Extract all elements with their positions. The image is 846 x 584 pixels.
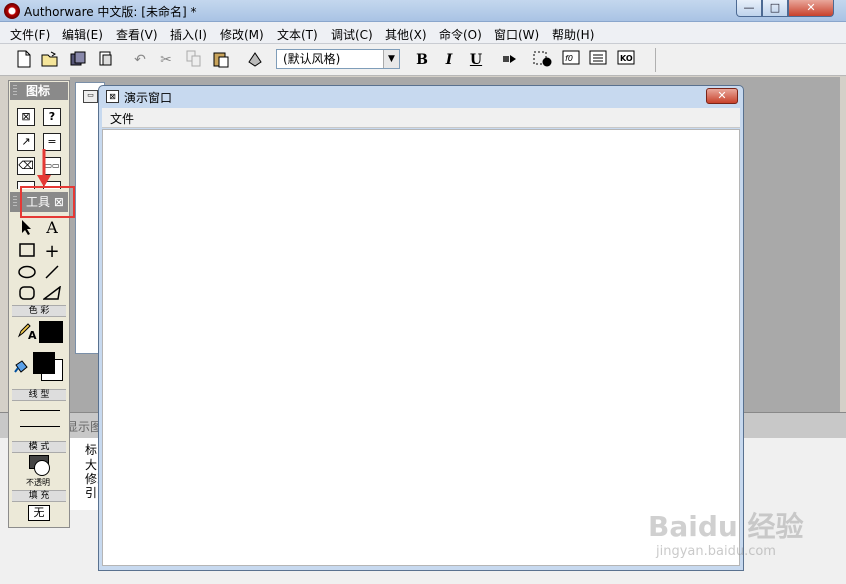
paint-bucket-icon[interactable]: [11, 359, 31, 377]
menu-modify[interactable]: 修改(M): [220, 26, 264, 43]
undo-icon[interactable]: ↶: [130, 50, 150, 70]
properties-title: 显示图: [66, 420, 103, 434]
grip-icon[interactable]: [13, 85, 17, 97]
menu-window[interactable]: 窗口(W): [494, 26, 539, 43]
bold-button[interactable]: B: [412, 50, 432, 70]
presentation-menu-bar: [102, 108, 740, 128]
import-icon[interactable]: [96, 50, 116, 70]
mode-value: 不透明: [26, 478, 50, 487]
presentation-window-icon: ⊠: [106, 90, 119, 103]
line-type-section-label: 线 型: [12, 389, 66, 401]
icon-palette-title: 图标: [10, 82, 68, 100]
functions-icon[interactable]: f0: [561, 50, 581, 70]
select-arrow-icon[interactable]: [17, 219, 37, 237]
erase-icon[interactable]: ⌫: [17, 157, 35, 175]
foreground-color-swatch[interactable]: [39, 321, 63, 343]
line-style-thin[interactable]: [20, 410, 60, 411]
menu-file[interactable]: 文件(F): [10, 26, 50, 43]
svg-text:f0: f0: [565, 54, 573, 63]
menu-other[interactable]: 其他(X): [385, 26, 427, 43]
ellipse-tool-icon[interactable]: [17, 265, 37, 283]
svg-text:KO: KO: [620, 54, 633, 63]
text-tool-icon[interactable]: A: [42, 219, 62, 237]
knowledge-objects-icon[interactable]: KO: [616, 50, 636, 70]
mode-section-label: 模 式: [12, 441, 66, 453]
prop-label-ref: 引: [85, 486, 98, 500]
rounded-rectangle-tool-icon[interactable]: [17, 286, 37, 304]
italic-button[interactable]: I: [439, 50, 459, 70]
menu-view[interactable]: 查看(V): [116, 26, 158, 43]
motion-icon[interactable]: ↗: [17, 133, 35, 151]
fill-value[interactable]: 无: [28, 505, 50, 521]
underline-button[interactable]: U: [466, 50, 486, 70]
window-title: Authorware 中文版: [未命名] *: [24, 5, 197, 19]
grip-icon[interactable]: [13, 196, 17, 208]
display-icon[interactable]: ⊠: [17, 108, 35, 126]
red-arrow-icon: [37, 149, 51, 187]
polygon-tool-icon[interactable]: [41, 285, 62, 304]
maximize-button[interactable]: □: [762, 0, 788, 17]
highlight-box: [20, 186, 75, 218]
menu-command[interactable]: 命令(O): [439, 26, 482, 43]
menu-text[interactable]: 文本(T): [277, 26, 318, 43]
authorware-app-icon[interactable]: [4, 3, 20, 19]
paste-icon[interactable]: [211, 50, 231, 70]
watermark-url: jingyan.baidu.com: [656, 544, 776, 559]
presentation-menu-file[interactable]: 文件: [110, 110, 134, 127]
restart-icon[interactable]: [533, 50, 553, 70]
watermark-logo: Baidu 经验: [648, 510, 804, 543]
copy-icon[interactable]: [184, 50, 204, 70]
close-button[interactable]: ✕: [788, 0, 834, 17]
line-tool-icon[interactable]: [42, 265, 62, 283]
save-all-icon[interactable]: [68, 50, 88, 70]
text-color-a-icon: A: [28, 329, 37, 342]
new-icon[interactable]: [14, 50, 34, 70]
flowline-icon: ▭: [83, 90, 98, 103]
rectangle-tool-icon[interactable]: [17, 243, 37, 261]
presentation-close-button[interactable]: ✕: [706, 88, 738, 104]
fill-section-label: 填 充: [12, 490, 66, 502]
color-section-label: 色 彩: [12, 305, 66, 317]
crosshair-tool-icon[interactable]: +: [42, 243, 62, 261]
presentation-canvas[interactable]: [102, 129, 740, 566]
find-icon[interactable]: [245, 50, 265, 70]
cut-icon[interactable]: ✂: [156, 50, 176, 70]
fill-color-swatch[interactable]: [33, 352, 55, 374]
open-icon[interactable]: [40, 50, 60, 70]
chevron-down-icon[interactable]: ▼: [383, 50, 399, 68]
question-icon[interactable]: ?: [43, 108, 61, 126]
menu-bar: 文件(F) 编辑(E) 查看(V) 插入(I) 修改(M) 文本(T) 调试(C…: [0, 22, 846, 44]
toolbar-separator: [655, 48, 656, 72]
menu-debug[interactable]: 调试(C): [331, 26, 373, 43]
toolbar: ↶ ✂ (默认风格) ▼ B I U f0 KO: [0, 44, 846, 76]
variables-icon[interactable]: [588, 50, 608, 70]
minimize-button[interactable]: —: [736, 0, 762, 17]
style-dropdown[interactable]: (默认风格): [276, 49, 400, 69]
mode-circle-icon: [34, 460, 50, 476]
menu-insert[interactable]: 插入(I): [170, 26, 207, 43]
presentation-window-title: 演示窗口: [124, 91, 173, 105]
run-icon[interactable]: [500, 50, 520, 70]
menu-edit[interactable]: 编辑(E): [62, 26, 103, 43]
menu-help[interactable]: 帮助(H): [552, 26, 594, 43]
line-style-medium[interactable]: [20, 426, 60, 427]
